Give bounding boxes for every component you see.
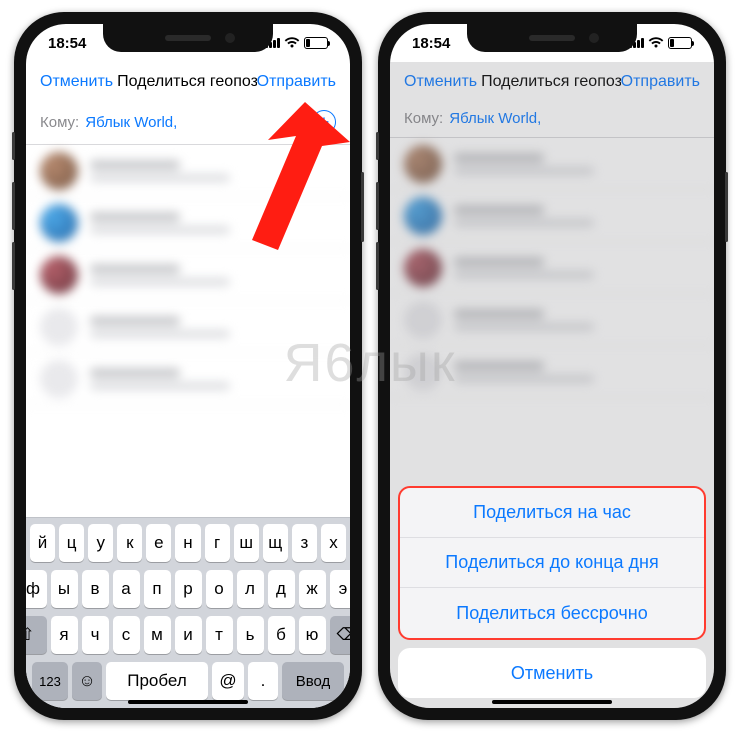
at-key[interactable]: @ <box>212 662 244 700</box>
list-item[interactable] <box>26 145 350 197</box>
home-indicator[interactable] <box>492 700 612 704</box>
notch <box>467 24 637 52</box>
key-д[interactable]: д <box>268 570 295 608</box>
key-к[interactable]: к <box>117 524 142 562</box>
send-button[interactable]: Отправить <box>257 73 336 91</box>
share-hour-button[interactable]: Поделиться на час <box>400 488 704 538</box>
key-ж[interactable]: ж <box>299 570 326 608</box>
key-е[interactable]: е <box>146 524 171 562</box>
key-ф[interactable]: ф <box>26 570 47 608</box>
share-day-button[interactable]: Поделиться до конца дня <box>400 538 704 588</box>
key-ц[interactable]: ц <box>59 524 84 562</box>
key-ы[interactable]: ы <box>51 570 78 608</box>
battery-icon <box>304 37 328 49</box>
cancel-button[interactable]: Отменить <box>40 73 113 91</box>
key-н[interactable]: н <box>175 524 200 562</box>
navbar: Отменить Поделиться геопози... Отправить <box>26 62 350 102</box>
to-row[interactable]: Кому: Яблык World, + <box>26 102 350 145</box>
key-р[interactable]: р <box>175 570 202 608</box>
key-ь[interactable]: ь <box>237 616 264 654</box>
shift-key[interactable]: ⇧ <box>26 616 47 654</box>
key-х[interactable]: х <box>321 524 346 562</box>
key-э[interactable]: э <box>330 570 351 608</box>
home-indicator[interactable] <box>128 700 248 704</box>
wifi-icon <box>284 37 300 49</box>
key-у[interactable]: у <box>88 524 113 562</box>
return-key[interactable]: Ввод <box>282 662 344 700</box>
key-я[interactable]: я <box>51 616 78 654</box>
battery-icon <box>668 37 692 49</box>
key-с[interactable]: с <box>113 616 140 654</box>
share-forever-button[interactable]: Поделиться бессрочно <box>400 588 704 638</box>
notch <box>103 24 273 52</box>
key-з[interactable]: з <box>292 524 317 562</box>
status-time: 18:54 <box>48 35 86 52</box>
action-sheet: Поделиться на час Поделиться до конца дн… <box>398 486 706 640</box>
backspace-key[interactable]: ⌫ <box>330 616 351 654</box>
to-value: Яблык World, <box>85 114 177 131</box>
key-щ[interactable]: щ <box>263 524 288 562</box>
key-л[interactable]: л <box>237 570 264 608</box>
list-item[interactable] <box>26 301 350 353</box>
space-key[interactable]: Пробел <box>106 662 208 700</box>
wifi-icon <box>648 37 664 49</box>
key-б[interactable]: б <box>268 616 295 654</box>
key-ю[interactable]: ю <box>299 616 326 654</box>
list-item[interactable] <box>26 197 350 249</box>
key-ч[interactable]: ч <box>82 616 109 654</box>
numbers-key[interactable]: 123 <box>32 662 68 700</box>
list-item[interactable] <box>26 353 350 405</box>
to-label: Кому: <box>40 114 79 131</box>
key-и[interactable]: и <box>175 616 202 654</box>
keyboard[interactable]: йцукенгшщзх фывапролджэ ⇧ ячсмитьбю ⌫ 12… <box>26 517 350 708</box>
key-г[interactable]: г <box>205 524 230 562</box>
key-о[interactable]: о <box>206 570 233 608</box>
emoji-key[interactable]: ☺ <box>72 662 102 700</box>
status-time: 18:54 <box>412 35 450 52</box>
key-м[interactable]: м <box>144 616 171 654</box>
key-ш[interactable]: ш <box>234 524 259 562</box>
key-п[interactable]: п <box>144 570 171 608</box>
contact-list <box>26 145 350 405</box>
key-а[interactable]: а <box>113 570 140 608</box>
list-item[interactable] <box>26 249 350 301</box>
sheet-cancel-button[interactable]: Отменить <box>398 648 706 698</box>
add-contact-button[interactable]: + <box>312 110 336 134</box>
key-й[interactable]: й <box>30 524 55 562</box>
phone-left: 18:54 Отменить Поделиться геопози... Отп… <box>14 12 362 720</box>
dot-key[interactable]: . <box>248 662 278 700</box>
page-title: Поделиться геопози... <box>113 73 257 91</box>
phone-right: 18:54 Отменить Поделиться геопози... Отп… <box>378 12 726 720</box>
key-т[interactable]: т <box>206 616 233 654</box>
key-в[interactable]: в <box>82 570 109 608</box>
